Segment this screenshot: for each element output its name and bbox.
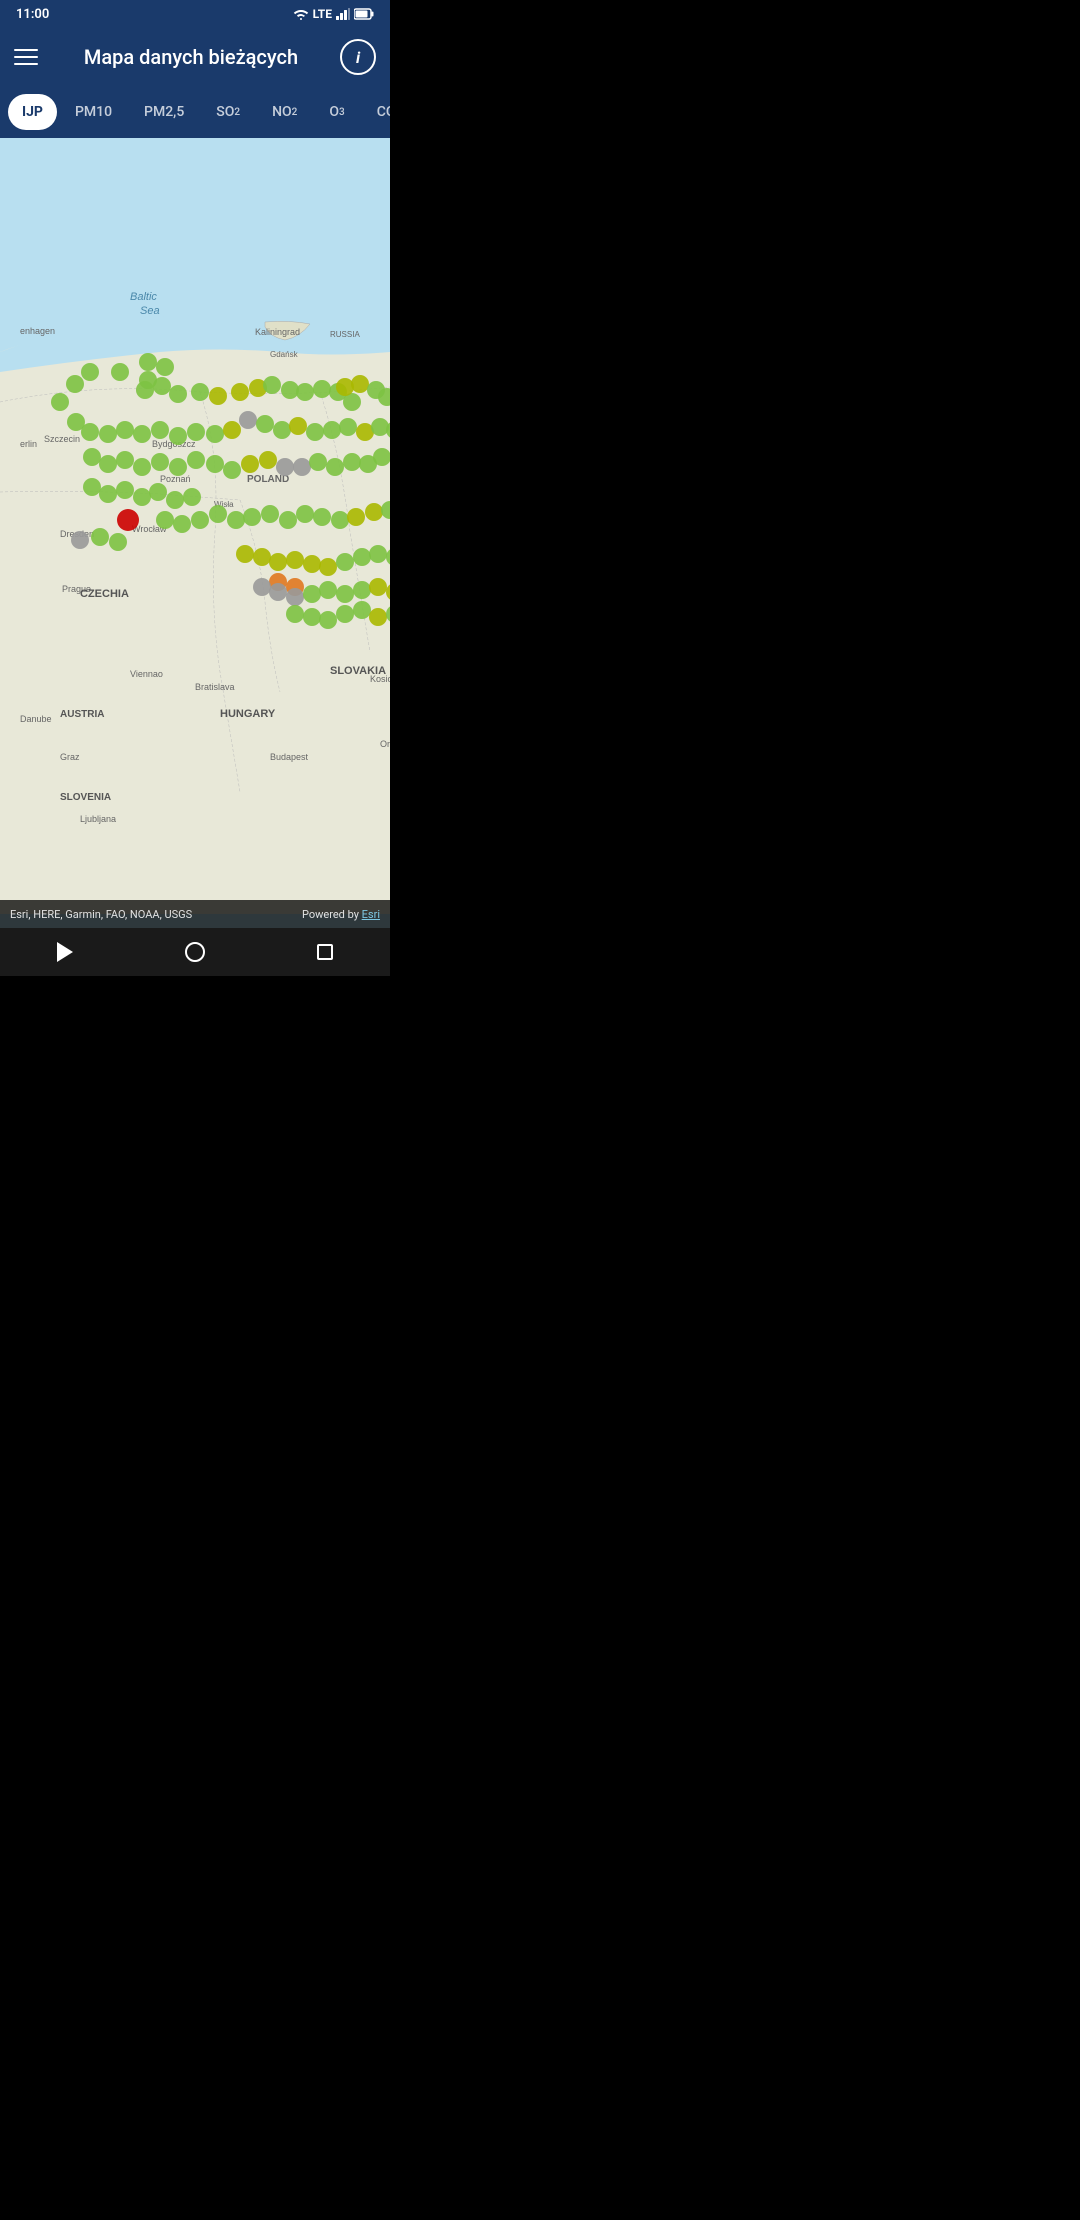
- esri-link[interactable]: Esri: [362, 908, 380, 921]
- tab-bar: IJP PM10 PM2,5 SO2 NO2 O3 CO C6H6: [0, 86, 390, 138]
- svg-text:Graz: Graz: [60, 752, 80, 762]
- attribution-text: Esri, HERE, Garmin, FAO, NOAA, USGS: [10, 908, 192, 921]
- tab-no2[interactable]: NO2: [258, 94, 311, 130]
- status-bar: 11:00 LTE: [0, 0, 390, 28]
- time: 11:00: [16, 7, 49, 22]
- svg-text:Kaliningrad: Kaliningrad: [255, 327, 300, 337]
- svg-text:AUSTRIA: AUSTRIA: [60, 709, 104, 720]
- powered-by: Powered by Esri: [302, 908, 380, 921]
- battery-icon: [354, 8, 374, 20]
- signal-icon: [336, 8, 350, 20]
- back-button[interactable]: [43, 930, 87, 974]
- svg-text:CZECHIA: CZECHIA: [80, 588, 129, 600]
- svg-text:Kosice: Kosice: [370, 674, 390, 684]
- lte-label: LTE: [313, 7, 332, 21]
- svg-text:enhagen: enhagen: [20, 326, 55, 336]
- status-icons: LTE: [293, 7, 374, 21]
- svg-text:Baltic: Baltic: [130, 291, 157, 303]
- info-button[interactable]: i: [340, 39, 376, 75]
- svg-text:Sea: Sea: [140, 305, 160, 317]
- recents-button[interactable]: [303, 930, 347, 974]
- svg-text:SLOVENIA: SLOVENIA: [60, 792, 111, 803]
- nav-bar: [0, 928, 390, 976]
- svg-text:RUSSIA: RUSSIA: [330, 330, 360, 339]
- app-bar: Mapa danych bieżących i: [0, 28, 390, 86]
- tab-ijp[interactable]: IJP: [8, 94, 57, 130]
- svg-text:erlin: erlin: [20, 439, 37, 449]
- svg-text:Szczecin: Szczecin: [44, 434, 80, 444]
- svg-text:Viennao: Viennao: [130, 669, 163, 679]
- svg-text:Gdańsk: Gdańsk: [270, 350, 299, 359]
- tab-so2[interactable]: SO2: [202, 94, 254, 130]
- tab-co[interactable]: CO: [363, 94, 390, 130]
- map-container[interactable]: Baltic Sea enhagen erlin Dresden Prague …: [0, 138, 390, 928]
- svg-text:Budapest: Budapest: [270, 752, 309, 762]
- map-svg: Baltic Sea enhagen erlin Dresden Prague …: [0, 138, 390, 928]
- svg-text:Ljubljana: Ljubljana: [80, 814, 116, 824]
- wifi-icon: [293, 8, 309, 20]
- svg-text:Danube: Danube: [20, 714, 52, 724]
- svg-text:Oradea: Oradea: [380, 739, 390, 749]
- tab-pm25[interactable]: PM2,5: [130, 94, 198, 130]
- home-button[interactable]: [173, 930, 217, 974]
- hamburger-button[interactable]: [14, 43, 42, 71]
- svg-text:HUNGARY: HUNGARY: [220, 708, 276, 720]
- map-attribution: Esri, HERE, Garmin, FAO, NOAA, USGS Powe…: [0, 900, 390, 928]
- tab-pm10[interactable]: PM10: [61, 94, 126, 130]
- app-title: Mapa danych bieżących: [58, 45, 324, 69]
- tab-o3[interactable]: O3: [315, 94, 358, 130]
- svg-text:Bratislava: Bratislava: [195, 682, 235, 692]
